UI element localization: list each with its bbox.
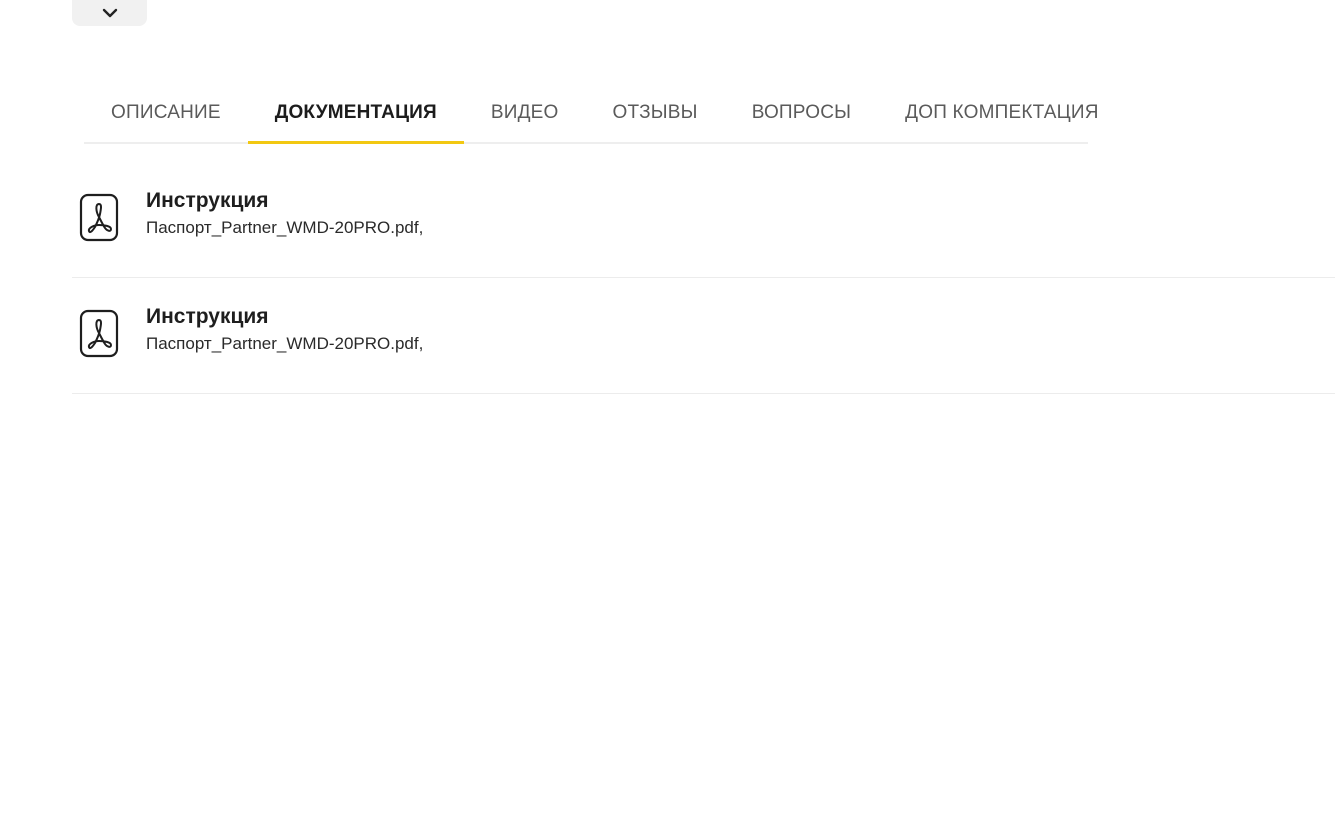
tab-questions[interactable]: ВОПРОСЫ xyxy=(725,84,878,142)
document-text: Инструкция Паспорт_Partner_WMD-20PRO.pdf… xyxy=(146,304,423,355)
tab-reviews[interactable]: ОТЗЫВЫ xyxy=(586,84,725,142)
product-tabs-page: ОПИСАНИЕ ДОКУМЕНТАЦИЯ ВИДЕО ОТЗЫВЫ ВОПРО… xyxy=(0,0,1335,838)
document-title: Инструкция xyxy=(146,189,269,212)
tab-extra-equipment[interactable]: ДОП КОМПЕКТАЦИЯ xyxy=(878,84,1126,142)
tab-description[interactable]: ОПИСАНИЕ xyxy=(84,84,248,142)
document-filename-link[interactable]: Паспорт_Partner_WMD-20PRO.pdf, xyxy=(146,217,423,239)
tab-documentation[interactable]: ДОКУМЕНТАЦИЯ xyxy=(247,84,465,144)
document-item[interactable]: Инструкция Паспорт_Partner_WMD-20PRO.pdf… xyxy=(72,162,1335,278)
document-filename-link[interactable]: Паспорт_Partner_WMD-20PRO.pdf, xyxy=(146,333,423,355)
document-title: Инструкция xyxy=(146,305,269,328)
chevron-down-icon xyxy=(102,8,117,18)
tab-video[interactable]: ВИДЕО xyxy=(464,84,586,142)
collapse-toggle-button[interactable] xyxy=(72,0,147,26)
pdf-icon xyxy=(79,309,119,358)
document-text: Инструкция Паспорт_Partner_WMD-20PRO.pdf… xyxy=(146,188,423,239)
documents-list: Инструкция Паспорт_Partner_WMD-20PRO.pdf… xyxy=(72,162,1335,394)
document-item[interactable]: Инструкция Паспорт_Partner_WMD-20PRO.pdf… xyxy=(72,278,1335,394)
tab-bar: ОПИСАНИЕ ДОКУМЕНТАЦИЯ ВИДЕО ОТЗЫВЫ ВОПРО… xyxy=(84,88,1098,144)
pdf-icon xyxy=(79,193,119,242)
